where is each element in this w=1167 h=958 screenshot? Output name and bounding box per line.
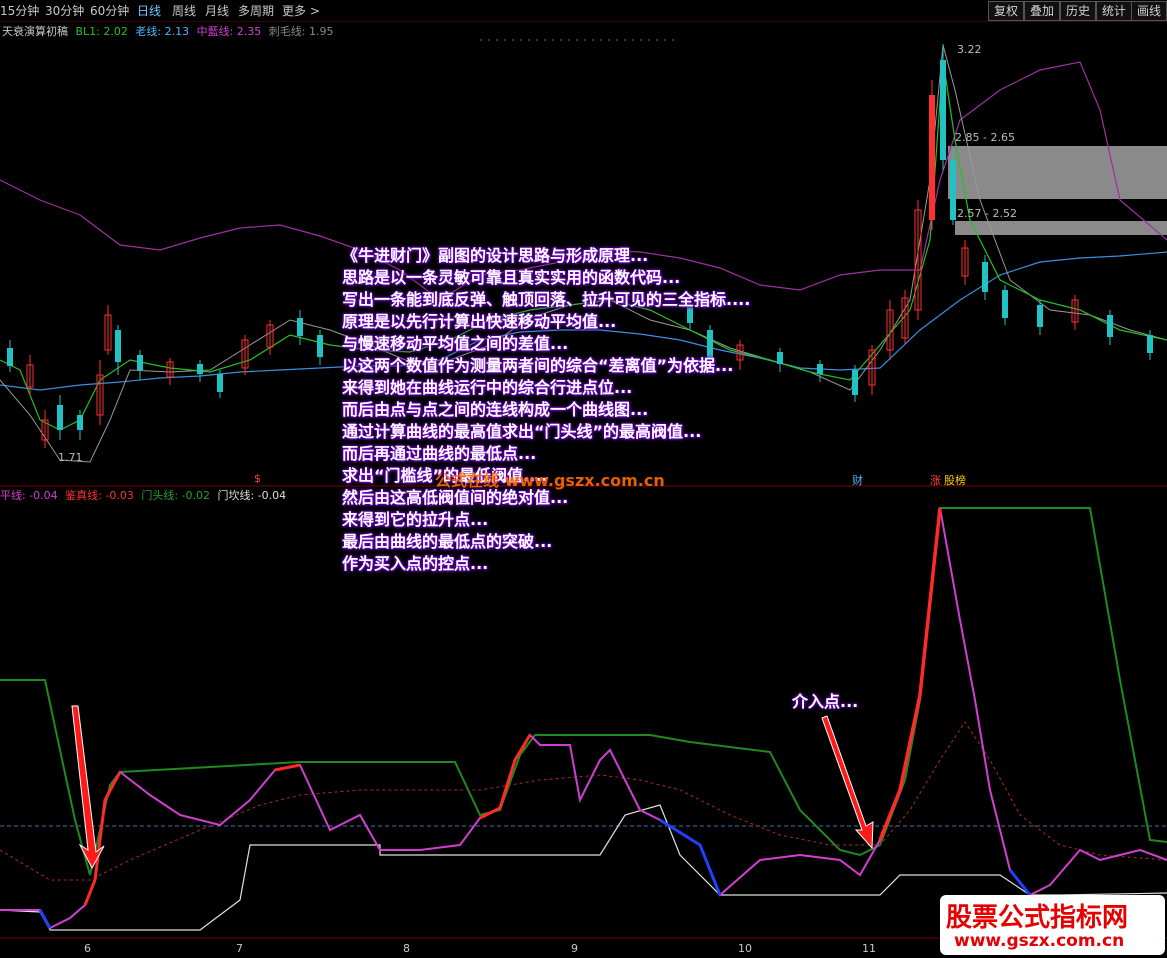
event-mark-rank[interactable]: 股榜 [944, 472, 966, 488]
zone1-label: 2.85 - 2.65 [955, 131, 1015, 144]
legend-door-head-line: 门头线: -0.02 [141, 489, 211, 502]
annotation-line: 来得到她在曲线运行中的综合行进点位... [342, 378, 633, 397]
annotation-line: 原理是以先行计算出快速移动平均值... [342, 312, 617, 331]
blue-segment-3 [1008, 869, 1032, 896]
low-price-label: 1.71 [58, 451, 83, 464]
authentic-line-up2 [274, 763, 301, 772]
x-axis-label: 9 [571, 942, 578, 955]
annotation-text: 《牛进财门》副图的设计思路与形成原理... 思路是以一条灵敏可靠且真实实用的函数… [342, 245, 862, 575]
annotation-line: 写出一条能到底反弹、触顶回落、拉升可见的三全指标.... [342, 290, 751, 309]
authentic-line-up3 [479, 734, 532, 820]
resistance-zone-1 [948, 146, 1167, 199]
blue-segment-1 [38, 909, 52, 929]
high-price-label: 3.22 [957, 43, 982, 56]
site-watermark: 公式在线 www.gszx.com.cn [435, 471, 665, 490]
x-axis-label: 11 [862, 942, 876, 955]
legend-authentic-line: 鉴真线: -0.03 [65, 489, 134, 502]
annotation-line: 来得到它的拉升点... [342, 510, 489, 529]
event-mark-rise[interactable]: 涨 [930, 472, 941, 488]
x-axis-label: 6 [84, 942, 91, 955]
annotation-line: 作为买入点的控点... [342, 554, 489, 573]
arrow-entry-icon [821, 715, 874, 850]
annotation-line: 以这两个数值作为测量两者间的综合“差离值”为依据... [342, 356, 734, 375]
site-logo-title: 股票公式指标网 [946, 903, 1129, 933]
annotation-line: 与慢速移动平均值之间的差值... [342, 334, 569, 353]
legend-threshold-line: 门坎线: -0.04 [217, 489, 287, 502]
annotation-line: 而后再通过曲线的最低点... [342, 444, 537, 463]
site-logo-url: www.gszx.com.cn [954, 931, 1125, 951]
x-axis-label: 10 [738, 942, 752, 955]
site-logo: 股票公式指标网 www.gszx.com.cn [940, 895, 1165, 955]
annotation-line: 思路是以一条灵敏可靠且真实实用的函数代码... [342, 268, 681, 287]
event-mark-dollar[interactable]: $ [254, 472, 261, 485]
authentic-line-up4 [878, 507, 942, 841]
annotation-line: 通过计算曲线的最高值求出“门头线”的最高阀值... [342, 422, 702, 441]
annotation-line: 而后由点与点之间的连线构成一个曲线图... [342, 400, 649, 419]
x-axis-label: 7 [236, 942, 243, 955]
annotation-line: 最后由曲线的最低点的突破... [342, 532, 553, 551]
blue-segment-2 [659, 818, 722, 896]
x-axis-label: 8 [403, 942, 410, 955]
resistance-zone-2 [955, 221, 1167, 235]
legend-flat-line: 平线: -0.04 [0, 489, 58, 502]
zone2-label: 2.57 - 2.52 [957, 207, 1017, 220]
entry-point-label: 介入点... [792, 692, 859, 711]
sub-chart-legend: 平线: -0.04 鉴真线: -0.03 门头线: -0.02 门坎线: -0.… [0, 487, 290, 503]
annotation-line: 《牛进财门》副图的设计思路与形成原理... [342, 246, 649, 265]
